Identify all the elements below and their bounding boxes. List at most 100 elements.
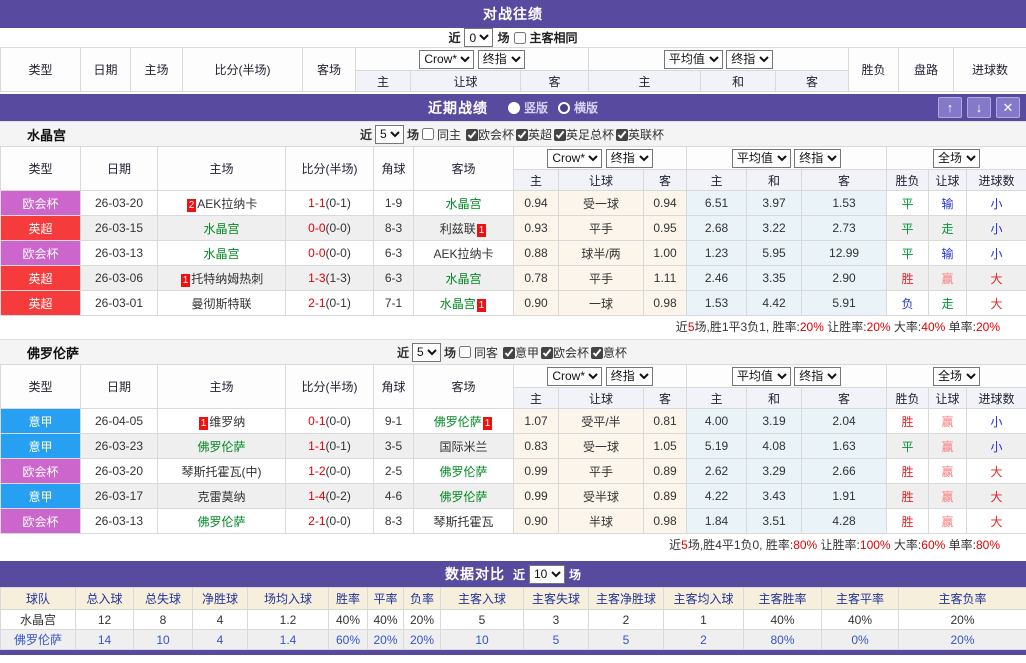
away-team-name[interactable]: 水晶宫	[445, 272, 481, 286]
corner-score: 8-3	[374, 509, 414, 534]
home-team-name[interactable]: 克雷莫纳	[197, 490, 245, 504]
move-down-button[interactable]: ↓	[967, 97, 991, 118]
home-team-name[interactable]: 水晶宫	[203, 222, 239, 236]
avg-home: 1.23	[687, 241, 747, 266]
home-team-name[interactable]: 曼彻斯特联	[191, 297, 251, 311]
col-odds-away: 客	[644, 388, 687, 409]
col-odds-handicap: 让球	[559, 388, 644, 409]
stat-value: 20%	[899, 610, 1026, 630]
vertical-radio[interactable]	[508, 102, 520, 114]
comparison-count-select[interactable]: 10	[529, 565, 565, 584]
same-venue-checkbox[interactable]	[422, 128, 434, 140]
away-team-name[interactable]: 水晶宫	[440, 297, 476, 311]
final-odds-select[interactable]: 终指	[606, 367, 653, 386]
goals-verdict: 小	[967, 434, 1026, 459]
handicap-verdict: 走	[929, 216, 967, 241]
average-select[interactable]: 平均值	[664, 50, 723, 69]
home-team-name[interactable]: 水晶宫	[203, 247, 239, 261]
comparison-table: 球队总入球总失球净胜球场均入球胜率平率负率主客入球主客失球主客净胜球主客均入球主…	[0, 587, 1026, 650]
avg-final-select[interactable]: 终指	[794, 149, 841, 168]
bookmaker-select[interactable]: Crow*	[547, 367, 602, 386]
col-avg-away: 客	[776, 71, 849, 92]
average-select[interactable]: 平均值	[732, 367, 791, 386]
comparison-header: 主客平率	[822, 588, 899, 610]
home-team-name[interactable]: 佛罗伦萨	[197, 440, 245, 454]
home-team-name[interactable]: 佛罗伦萨	[197, 515, 245, 529]
col-type: 类型	[1, 147, 81, 191]
league-badge: 欧会杯	[1, 241, 81, 266]
horizontal-radio[interactable]	[558, 102, 570, 114]
league-filter-checkbox[interactable]	[516, 129, 528, 141]
home-team: 1维罗纳	[158, 409, 286, 434]
avg-draw: 3.29	[747, 459, 802, 484]
avg-draw: 4.08	[747, 434, 802, 459]
league-filter-checkbox[interactable]	[554, 129, 566, 141]
scope-select[interactable]: 全场	[933, 367, 980, 386]
final-odds-select[interactable]: 终指	[478, 50, 525, 69]
away-team-name[interactable]: 水晶宫	[445, 197, 481, 211]
bookmaker-select[interactable]: Crow*	[419, 50, 474, 69]
goals-verdict: 小	[967, 191, 1026, 216]
h2h-count-select[interactable]: 0	[464, 28, 493, 47]
recent-title: 近期战绩	[428, 98, 488, 118]
stat-value: 5	[524, 630, 589, 650]
odds-home: 0.78	[514, 266, 559, 291]
away-team-name[interactable]: 佛罗伦萨	[439, 490, 487, 504]
league-filter-checkbox[interactable]	[616, 129, 628, 141]
odds-handicap: 平手	[559, 266, 644, 291]
team-matches-table: 类型 日期 主场 比分(半场) 角球 客场 Crow* 终指 平均值 终指 全场	[0, 364, 1026, 534]
league-filter-label: 英超	[528, 128, 552, 142]
window-buttons: ↑ ↓ ✕	[938, 97, 1020, 118]
away-team: AEK拉纳卡	[414, 241, 514, 266]
scope-select[interactable]: 全场	[933, 149, 980, 168]
home-team-name[interactable]: 托特纳姆热刺	[191, 272, 263, 286]
stat-value: 40%	[744, 610, 822, 630]
league-filter-checkbox[interactable]	[503, 347, 515, 359]
odds-home: 0.83	[514, 434, 559, 459]
handicap-verdict: 输	[929, 241, 967, 266]
same-venue-label: 同主	[437, 126, 461, 143]
col-goals: 进球数	[967, 170, 1026, 191]
away-team-name[interactable]: 佛罗伦萨	[439, 465, 487, 479]
home-team: 佛罗伦萨	[158, 434, 286, 459]
section-summary: 近5场,胜1平3负1, 胜率:20% 让胜率:20% 大率:40% 单率:20%	[0, 316, 1026, 339]
match-score: 2-1(0-0)	[286, 509, 374, 534]
same-venue-checkbox[interactable]	[459, 346, 471, 358]
comparison-header: 主客入球	[441, 588, 524, 610]
away-team-name[interactable]: 佛罗伦萨	[434, 415, 482, 429]
comparison-header: 主客失球	[524, 588, 589, 610]
league-filter-checkbox[interactable]	[466, 129, 478, 141]
home-team-name[interactable]: 维罗纳	[209, 415, 245, 429]
move-up-button[interactable]: ↑	[938, 97, 962, 118]
home-team: 水晶宫	[158, 216, 286, 241]
average-select[interactable]: 平均值	[732, 149, 791, 168]
away-team-name[interactable]: 琴斯托霍瓦	[433, 515, 493, 529]
section-count-select[interactable]: 5	[375, 125, 404, 144]
col-odds-away: 客	[644, 170, 687, 191]
match-date: 26-04-05	[81, 409, 158, 434]
crow-select-cell: Crow* 终指	[514, 365, 687, 388]
away-team-name[interactable]: 利兹联	[440, 222, 476, 236]
match-score: 1-1(0-1)	[286, 434, 374, 459]
home-team-name[interactable]: AEK拉纳卡	[197, 197, 257, 211]
match-score: 0-1(0-0)	[286, 409, 374, 434]
stat-value: 20%	[899, 630, 1026, 650]
avg-final-select[interactable]: 终指	[794, 367, 841, 386]
avg-select-cell: 平均值 终指	[589, 48, 849, 71]
same-home-away-checkbox[interactable]	[514, 32, 526, 44]
team-section-bar: 佛罗伦萨 近 5 场 同客 意甲欧会杯意杯	[0, 339, 1026, 364]
away-team-name[interactable]: 国际米兰	[439, 440, 487, 454]
result-verdict: 平	[887, 241, 929, 266]
comparison-header: 主客负率	[899, 588, 1026, 610]
section-count-select[interactable]: 5	[412, 343, 441, 362]
bookmaker-select[interactable]: Crow*	[547, 149, 602, 168]
league-filter-label: 欧会杯	[553, 346, 589, 360]
final-odds-select[interactable]: 终指	[606, 149, 653, 168]
close-button[interactable]: ✕	[996, 97, 1020, 118]
away-team-name[interactable]: AEK拉纳卡	[433, 247, 493, 261]
home-team-name[interactable]: 琴斯托霍瓦(中)	[182, 465, 262, 479]
col-type: 类型	[1, 48, 81, 92]
league-filter-checkbox[interactable]	[591, 347, 603, 359]
league-filter-checkbox[interactable]	[541, 347, 553, 359]
avg-final-select[interactable]: 终指	[726, 50, 773, 69]
